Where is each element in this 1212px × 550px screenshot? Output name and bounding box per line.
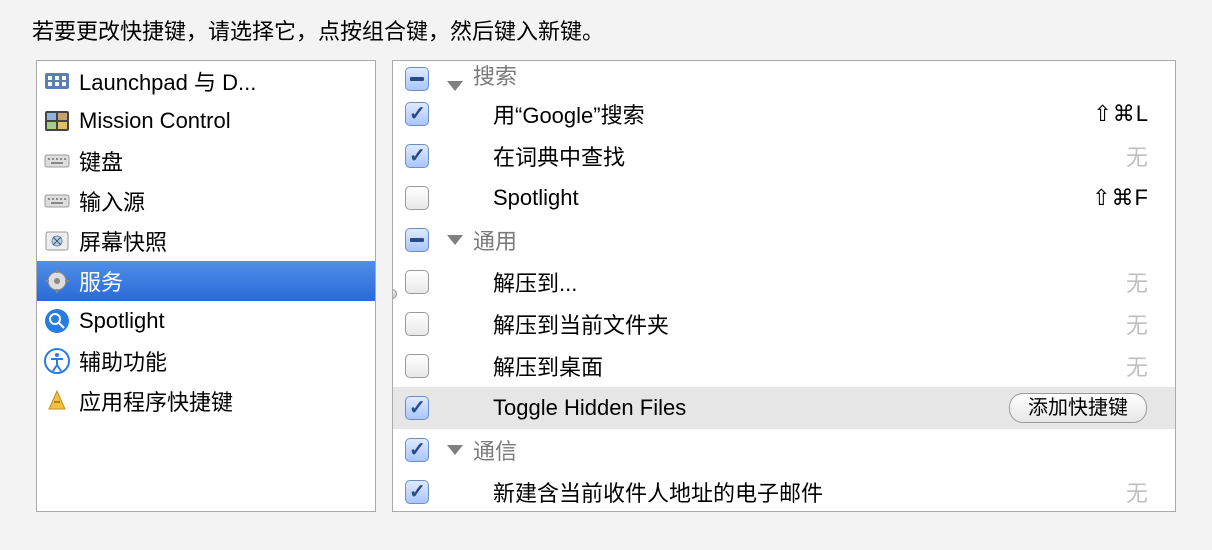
group-general[interactable]: 通用 — [393, 219, 1175, 261]
sidebar-item-label: Spotlight — [79, 308, 165, 334]
sidebar-item-app-shortcuts[interactable]: 应用程序快捷键 — [37, 381, 375, 421]
service-checkbox[interactable] — [405, 312, 429, 336]
sidebar-item-spotlight[interactable]: Spotlight — [37, 301, 375, 341]
service-label: Toggle Hidden Files — [493, 395, 686, 421]
service-item-dictionary-lookup[interactable]: 在词典中查找 无 — [393, 135, 1175, 177]
group-label: 通用 — [473, 224, 517, 256]
mission-control-icon — [43, 107, 71, 135]
sidebar-item-label: Launchpad 与 D... — [79, 65, 256, 97]
add-shortcut-button[interactable]: 添加快捷键 — [1009, 393, 1147, 423]
disclosure-triangle-icon[interactable] — [447, 81, 463, 91]
group-search[interactable]: 搜索 — [393, 61, 1175, 93]
sidebar-item-label: 输入源 — [79, 185, 145, 217]
service-item-new-email-recipient[interactable]: 新建含当前收件人地址的电子邮件 无 — [393, 471, 1175, 512]
sidebar-item-screenshot[interactable]: 屏幕快照 — [37, 221, 375, 261]
service-label: 用“Google”搜索 — [493, 98, 645, 130]
sidebar-item-label: 屏幕快照 — [79, 225, 167, 257]
service-checkbox[interactable] — [405, 396, 429, 420]
service-label: 解压到当前文件夹 — [493, 308, 669, 340]
sidebar-item-label: 服务 — [79, 265, 123, 297]
service-item-google-search[interactable]: 用“Google”搜索 ⇧⌘L — [393, 93, 1175, 135]
instruction-text: 若要更改快捷键，请选择它，点按组合键，然后键入新键。 — [0, 0, 1212, 60]
launchpad-icon — [43, 67, 71, 95]
service-checkbox[interactable] — [405, 102, 429, 126]
service-label: 解压到桌面 — [493, 350, 603, 382]
services-list: 搜索 用“Google”搜索 ⇧⌘L 在词典中查找 无 Spotlight ⇧⌘… — [392, 60, 1176, 512]
group-checkbox-general[interactable] — [405, 228, 429, 252]
disclosure-triangle-icon[interactable] — [447, 445, 463, 455]
group-label: 通信 — [473, 434, 517, 466]
app-shortcuts-icon — [43, 387, 71, 415]
disclosure-triangle-icon[interactable] — [447, 235, 463, 245]
sidebar-item-launchpad[interactable]: Launchpad 与 D... — [37, 61, 375, 101]
group-checkbox-communication[interactable] — [405, 438, 429, 462]
service-label: 解压到... — [493, 266, 577, 298]
sidebar-item-label: Mission Control — [79, 108, 231, 134]
sidebar-item-accessibility[interactable]: 辅助功能 — [37, 341, 375, 381]
service-label: Spotlight — [493, 185, 579, 211]
service-item-toggle-hidden-files[interactable]: Toggle Hidden Files 添加快捷键 — [393, 387, 1175, 429]
group-checkbox-search[interactable] — [405, 67, 429, 91]
keyboard-icon — [43, 147, 71, 175]
shortcut-text: 无 — [1126, 308, 1149, 340]
shortcut-text: 无 — [1126, 350, 1149, 382]
shortcut-text: ⇧⌘F — [1092, 185, 1149, 211]
spotlight-icon — [43, 307, 71, 335]
service-item-spotlight[interactable]: Spotlight ⇧⌘F — [393, 177, 1175, 219]
shortcut-text: 无 — [1126, 476, 1149, 508]
sidebar-item-label: 应用程序快捷键 — [79, 385, 233, 417]
input-source-icon — [43, 187, 71, 215]
sidebar-item-label: 键盘 — [79, 145, 123, 177]
service-checkbox[interactable] — [405, 270, 429, 294]
service-checkbox[interactable] — [405, 186, 429, 210]
sidebar-item-mission-control[interactable]: Mission Control — [37, 101, 375, 141]
screenshot-icon — [43, 227, 71, 255]
category-sidebar: Launchpad 与 D... Mission Control 键盘 — [36, 60, 376, 512]
service-checkbox[interactable] — [405, 354, 429, 378]
shortcut-text: 无 — [1126, 140, 1149, 172]
sidebar-item-label: 辅助功能 — [79, 345, 167, 377]
sidebar-item-keyboard[interactable]: 键盘 — [37, 141, 375, 181]
service-item-extract-current-folder[interactable]: 解压到当前文件夹 无 — [393, 303, 1175, 345]
service-item-extract-to[interactable]: 解压到... 无 — [393, 261, 1175, 303]
sidebar-item-input-source[interactable]: 输入源 — [37, 181, 375, 221]
shortcut-text: 无 — [1126, 266, 1149, 298]
group-communication[interactable]: 通信 — [393, 429, 1175, 471]
sidebar-item-services[interactable]: 服务 — [37, 261, 375, 301]
service-label: 新建含当前收件人地址的电子邮件 — [493, 476, 823, 508]
service-item-extract-desktop[interactable]: 解压到桌面 无 — [393, 345, 1175, 387]
service-label: 在词典中查找 — [493, 140, 625, 172]
accessibility-icon — [43, 347, 71, 375]
service-checkbox[interactable] — [405, 144, 429, 168]
group-label: 搜索 — [473, 60, 517, 91]
shortcut-text: ⇧⌘L — [1093, 101, 1149, 127]
services-gear-icon — [43, 267, 71, 295]
service-checkbox[interactable] — [405, 480, 429, 504]
